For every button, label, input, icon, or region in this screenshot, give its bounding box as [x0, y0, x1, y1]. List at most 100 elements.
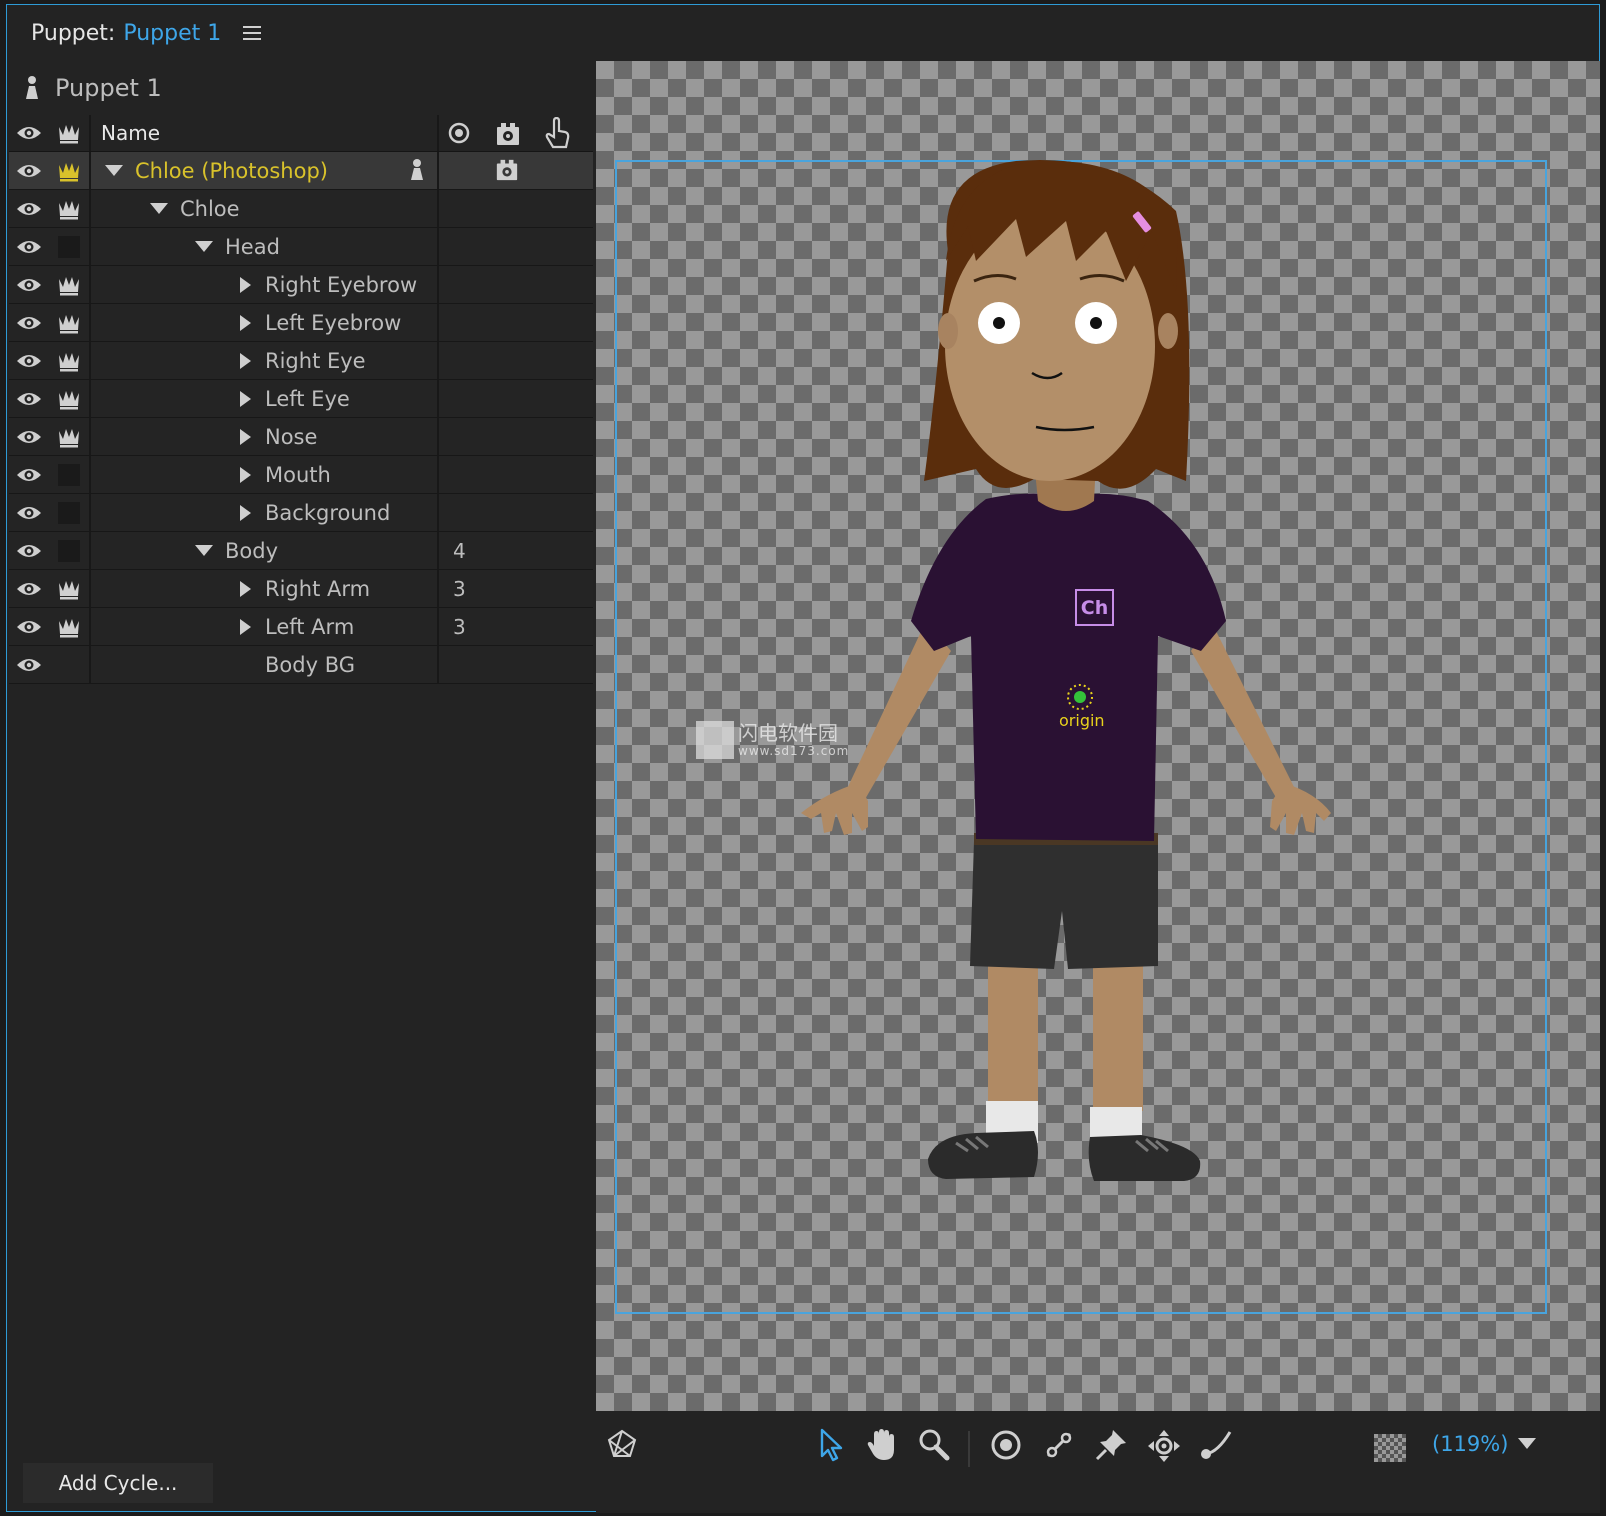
eye-icon[interactable]	[16, 391, 42, 407]
eye-icon[interactable]	[16, 163, 42, 179]
panel-menu-icon[interactable]	[243, 26, 262, 40]
crown-icon[interactable]	[57, 160, 81, 182]
transparency-grid-toggle[interactable]	[1374, 1434, 1406, 1462]
crown-icon[interactable]	[57, 426, 81, 448]
eye-icon[interactable]	[16, 277, 42, 293]
independence-off-toggle[interactable]	[58, 501, 80, 524]
independence-off-toggle[interactable]	[58, 539, 80, 562]
layer-row[interactable]: Background	[9, 494, 593, 532]
crown-icon[interactable]	[57, 388, 81, 410]
expand-triangle-icon[interactable]	[240, 428, 251, 445]
layer-row[interactable]: Chloe	[9, 190, 593, 228]
expand-triangle-icon[interactable]	[240, 390, 251, 407]
layer-name[interactable]: Chloe	[180, 197, 240, 221]
add-cycle-button[interactable]: Add Cycle...	[23, 1463, 213, 1503]
layer-row[interactable]: Left Arm 3	[9, 608, 593, 646]
layer-name[interactable]: Head	[225, 235, 280, 259]
crown-icon[interactable]	[57, 312, 81, 334]
layer-name[interactable]: Left Eye	[265, 387, 350, 411]
scene-canvas[interactable]: Ch origin 闪电软件园 www.sd173.com	[596, 61, 1600, 1411]
layer-name[interactable]: Left Arm	[265, 615, 354, 639]
eye-icon[interactable]	[16, 353, 42, 369]
expand-triangle-icon[interactable]	[240, 580, 251, 597]
name-column-header[interactable]: Name	[101, 121, 160, 145]
layer-row[interactable]: Left Eyebrow	[9, 304, 593, 342]
collapse-triangle-icon[interactable]	[195, 241, 213, 252]
watermark-text: 闪电软件园	[738, 721, 838, 745]
watermark-url: www.sd173.com	[738, 744, 850, 758]
dragger-tool-icon[interactable]	[1146, 1428, 1182, 1464]
independence-off-toggle[interactable]	[58, 235, 80, 258]
mesh-toggle-icon[interactable]	[606, 1428, 638, 1460]
layer-row[interactable]: Chloe (Photoshop)	[9, 152, 593, 190]
layer-row[interactable]: Right Arm 3	[9, 570, 593, 608]
independence-column-crown-icon[interactable]	[57, 122, 81, 144]
layer-name[interactable]: Chloe (Photoshop)	[135, 159, 328, 183]
independence-off-toggle[interactable]	[58, 463, 80, 486]
layer-row[interactable]: Body BG	[9, 646, 593, 684]
origin-column-icon[interactable]	[447, 121, 471, 145]
puppet-title: Puppet 1	[55, 74, 162, 102]
expand-triangle-icon[interactable]	[240, 504, 251, 521]
selection-tool-icon[interactable]	[818, 1428, 846, 1462]
eye-icon[interactable]	[16, 619, 42, 635]
eye-icon[interactable]	[16, 505, 42, 521]
expand-triangle-icon[interactable]	[240, 276, 251, 293]
eye-icon[interactable]	[16, 239, 42, 255]
expand-triangle-icon[interactable]	[240, 352, 251, 369]
puppet-icon	[26, 76, 38, 99]
layer-name[interactable]: Body	[225, 539, 278, 563]
layer-name[interactable]: Nose	[265, 425, 317, 449]
expand-triangle-icon[interactable]	[240, 618, 251, 635]
eye-icon[interactable]	[16, 467, 42, 483]
layer-name[interactable]: Right Eyebrow	[265, 273, 417, 297]
handles-column-icon[interactable]	[543, 117, 571, 149]
eye-icon[interactable]	[16, 581, 42, 597]
collapse-triangle-icon[interactable]	[105, 165, 123, 176]
crown-icon[interactable]	[57, 578, 81, 600]
layer-name[interactable]: Right Eye	[265, 349, 366, 373]
collapse-triangle-icon[interactable]	[150, 203, 168, 214]
eye-icon[interactable]	[16, 429, 42, 445]
layer-name[interactable]: Right Arm	[265, 577, 370, 601]
layer-name[interactable]: Background	[265, 501, 390, 525]
draggable-handle-tool-icon[interactable]	[1198, 1428, 1234, 1462]
expand-triangle-icon[interactable]	[240, 314, 251, 331]
watermark-logo	[696, 721, 734, 759]
expand-triangle-icon[interactable]	[240, 466, 251, 483]
pin-tool-icon[interactable]	[1094, 1428, 1128, 1462]
crown-icon[interactable]	[57, 274, 81, 296]
crown-icon[interactable]	[57, 350, 81, 372]
collapse-triangle-icon[interactable]	[195, 545, 213, 556]
visibility-column-eye-icon[interactable]	[16, 125, 42, 141]
layer-list: Chloe (Photoshop) Chloe Head Right Eyebrow L…	[9, 152, 593, 684]
crown-icon[interactable]	[57, 198, 81, 220]
handle-count: 3	[453, 576, 466, 601]
layer-name[interactable]: Left Eyebrow	[265, 311, 401, 335]
layer-row[interactable]: Head	[9, 228, 593, 266]
zoom-tool-icon[interactable]	[918, 1428, 950, 1462]
layer-row[interactable]: Left Eye	[9, 380, 593, 418]
shirt-logo: Ch	[1080, 596, 1109, 619]
layer-row[interactable]: Right Eye	[9, 342, 593, 380]
stick-tool-icon[interactable]	[1042, 1428, 1076, 1462]
layer-row[interactable]: Body 4	[9, 532, 593, 570]
origin-tool-icon[interactable]	[989, 1428, 1023, 1462]
eye-icon[interactable]	[16, 315, 42, 331]
layer-row[interactable]: Nose	[9, 418, 593, 456]
crown-icon[interactable]	[57, 616, 81, 638]
layer-name[interactable]: Mouth	[265, 463, 331, 487]
layer-name[interactable]: Body BG	[265, 653, 355, 677]
behaviors-icon[interactable]	[495, 158, 519, 182]
panel-title-puppet-name[interactable]: Puppet 1	[123, 21, 221, 46]
hand-tool-icon[interactable]	[866, 1428, 898, 1462]
behaviors-column-icon[interactable]	[495, 121, 521, 147]
eye-icon[interactable]	[16, 657, 42, 673]
eye-icon[interactable]	[16, 201, 42, 217]
zoom-dropdown-chevron-down-icon[interactable]	[1518, 1438, 1536, 1449]
puppet-icon	[411, 159, 423, 180]
layer-row[interactable]: Right Eyebrow	[9, 266, 593, 304]
eye-icon[interactable]	[16, 543, 42, 559]
layer-row[interactable]: Mouth	[9, 456, 593, 494]
zoom-level[interactable]: (119%)	[1432, 1432, 1508, 1456]
